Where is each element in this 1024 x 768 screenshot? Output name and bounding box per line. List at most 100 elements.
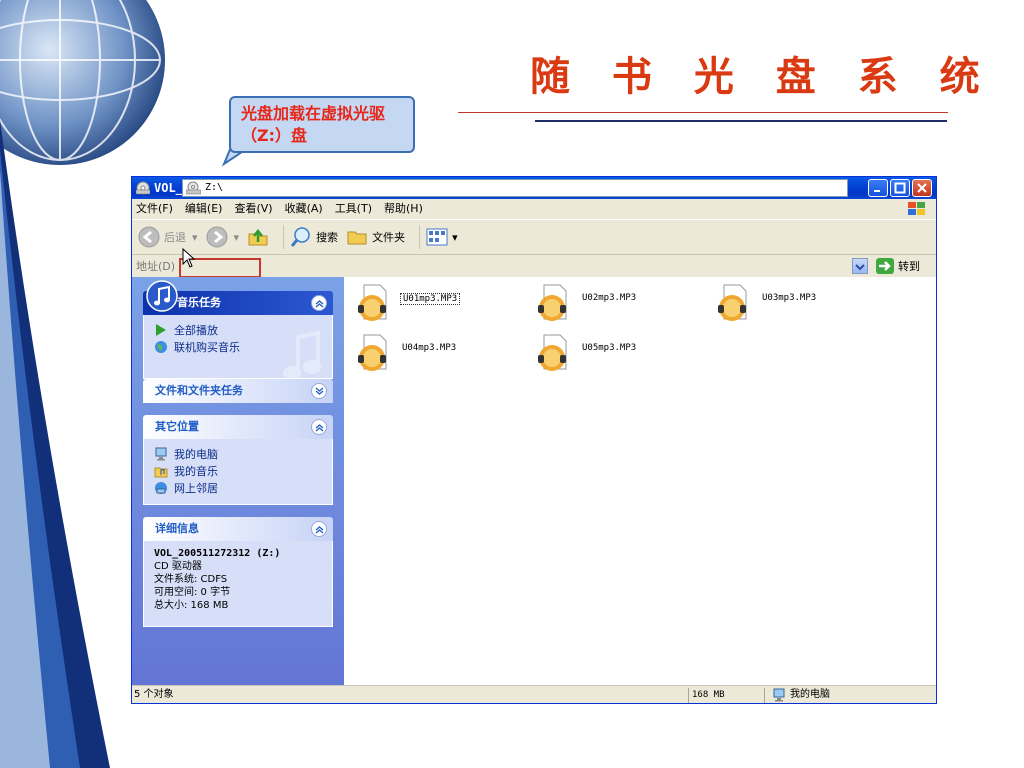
go-arrow-icon (876, 258, 894, 274)
search-button[interactable]: 搜索 (290, 226, 338, 248)
chevron-up-icon (315, 424, 324, 432)
file-name: U02mp3.MP3 (582, 293, 637, 303)
chevron-up-icon (315, 300, 324, 308)
music-note-watermark-icon (283, 330, 321, 380)
collapse-button[interactable] (311, 419, 327, 435)
expand-button[interactable] (311, 383, 327, 399)
slide-title: 随 书 光 盘 系 统 (530, 53, 994, 100)
place-label: 我的音乐 (174, 464, 218, 478)
folders-label: 文件夹 (372, 231, 406, 244)
computer-icon (155, 447, 167, 460)
status-location: 我的电脑 (772, 686, 830, 703)
file-item[interactable]: U04mp3.MP3 (354, 333, 504, 373)
swoosh-decoration (0, 120, 110, 768)
toolbar: 后退 ▾ ▾ 搜索 文件夹 ▾ (132, 219, 936, 255)
forward-button[interactable]: ▾ (206, 226, 240, 248)
back-arrow-icon (138, 226, 160, 248)
status-location-label: 我的电脑 (790, 689, 830, 700)
views-dropdown-icon[interactable]: ▾ (452, 231, 458, 244)
forward-arrow-icon (206, 226, 228, 248)
place-label: 我的电脑 (174, 447, 218, 461)
chevron-down-icon (855, 264, 865, 271)
details-drive-name: VOL_200511272312 (Z:) (154, 548, 281, 559)
file-list: U01mp3.MP3 U02mp3.MP3 U03mp3.MP3 U04mp3.… (344, 277, 936, 685)
status-bar: 5 个对象 168 MB 我的电脑 (132, 685, 936, 703)
collapse-button[interactable] (311, 521, 327, 537)
menu-tools[interactable]: 工具(T) (335, 199, 372, 219)
menu-favorites[interactable]: 收藏(A) (285, 199, 323, 219)
music-tasks-body: 全部播放 联机购买音乐 (143, 315, 333, 380)
file-name: U05mp3.MP3 (582, 343, 637, 353)
music-tasks-title: 音乐任务 (177, 296, 221, 309)
toolbar-separator (283, 225, 285, 249)
mp3-file-icon (358, 284, 387, 321)
file-item[interactable]: U05mp3.MP3 (534, 333, 684, 373)
mouse-cursor-icon (182, 248, 196, 268)
back-button[interactable]: 后退 ▾ (138, 226, 198, 248)
status-divider (764, 688, 765, 703)
details-free-space: 可用空间: 0 字节 (154, 587, 231, 598)
address-dropdown-button[interactable] (852, 258, 868, 274)
task-label: 联机购买音乐 (174, 340, 240, 354)
other-places-title: 其它位置 (155, 420, 199, 433)
file-item[interactable]: U02mp3.MP3 (534, 283, 684, 323)
chevron-down-icon (315, 387, 324, 395)
computer-icon (773, 688, 785, 702)
other-places-panel: 其它位置 我的电脑 我的音乐 网上邻居 (143, 415, 333, 505)
content-area: 音乐任务 全部播放 联机购买音乐 文件和文件夹任务 其它位置 我的电脑 我的音乐… (132, 277, 936, 685)
place-label: 网上邻居 (174, 481, 218, 495)
menu-help[interactable]: 帮助(H) (384, 199, 423, 219)
place-my-computer[interactable]: 我的电脑 (154, 445, 322, 462)
menu-file[interactable]: 文件(F) (136, 199, 173, 219)
search-icon (290, 227, 310, 247)
file-folder-tasks-header[interactable]: 文件和文件夹任务 (143, 379, 333, 403)
search-label: 搜索 (316, 231, 339, 244)
details-panel: 详细信息 VOL_200511272312 (Z:) CD 驱动器 文件系统: … (143, 517, 333, 627)
folders-button[interactable]: 文件夹 (346, 226, 405, 248)
view-mode-icon (426, 228, 448, 246)
music-tasks-header[interactable]: 音乐任务 (143, 280, 333, 315)
file-folder-tasks-title: 文件和文件夹任务 (155, 384, 243, 397)
details-header[interactable]: 详细信息 (143, 517, 333, 541)
close-icon (917, 183, 927, 193)
title-rule-blue (535, 120, 947, 122)
details-title: 详细信息 (155, 522, 199, 535)
file-folder-tasks-panel: 文件和文件夹任务 (143, 379, 333, 403)
globe-icon (155, 340, 167, 353)
minimize-button[interactable] (868, 179, 888, 197)
maximize-button[interactable] (890, 179, 910, 197)
menu-view[interactable]: 查看(V) (234, 199, 272, 219)
go-label: 转到 (898, 260, 920, 273)
file-item[interactable]: U03mp3.MP3 (714, 283, 864, 323)
task-label: 全部播放 (174, 323, 218, 337)
other-places-header[interactable]: 其它位置 (143, 415, 333, 439)
back-dropdown-icon[interactable]: ▾ (192, 231, 198, 244)
status-divider (688, 688, 689, 703)
collapse-button[interactable] (311, 295, 327, 311)
address-input[interactable]: Z:\ (182, 179, 848, 197)
forward-dropdown-icon[interactable]: ▾ (234, 231, 240, 244)
task-pane: 音乐任务 全部播放 联机购买音乐 文件和文件夹任务 其它位置 我的电脑 我的音乐… (132, 277, 344, 685)
file-item[interactable]: U01mp3.MP3 (354, 283, 504, 323)
toolbar-separator (419, 225, 421, 249)
views-button[interactable]: ▾ (426, 227, 458, 247)
details-body: VOL_200511272312 (Z:) CD 驱动器 文件系统: CDFS … (143, 541, 333, 627)
up-folder-icon (248, 228, 268, 246)
minimize-icon (874, 190, 880, 192)
place-my-music[interactable]: 我的音乐 (154, 462, 322, 479)
folder-icon (347, 231, 367, 245)
chevron-up-icon (315, 526, 324, 534)
file-name: U03mp3.MP3 (762, 293, 817, 303)
details-drive-type: CD 驱动器 (154, 561, 202, 572)
mp3-file-icon (718, 284, 747, 321)
menu-edit[interactable]: 编辑(E) (185, 199, 223, 219)
windows-logo-icon (908, 202, 925, 215)
music-folder-icon (154, 467, 168, 477)
up-folder-button[interactable] (247, 226, 269, 248)
go-button[interactable]: 转到 (876, 257, 920, 275)
status-size: 168 MB (692, 690, 725, 700)
close-button[interactable] (912, 179, 932, 197)
music-tasks-panel: 音乐任务 全部播放 联机购买音乐 (143, 280, 333, 380)
place-network[interactable]: 网上邻居 (154, 479, 322, 496)
other-places-body: 我的电脑 我的音乐 网上邻居 (143, 439, 333, 505)
